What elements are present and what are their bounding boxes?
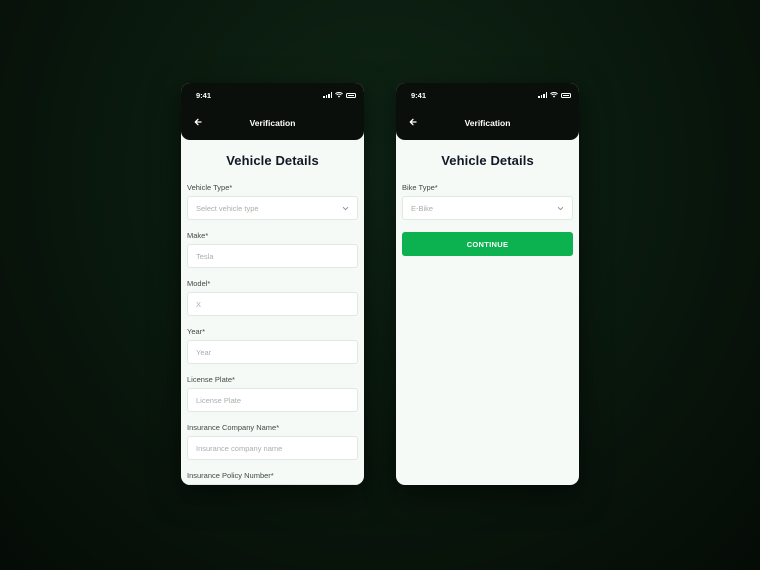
insurance-company-input[interactable]: Insurance company name <box>187 436 358 460</box>
form-group-vehicle-type: Vehicle Type* Select vehicle type <box>187 183 358 220</box>
bike-type-label: Bike Type* <box>402 183 438 192</box>
vehicle-type-select[interactable]: Select vehicle type <box>187 196 358 220</box>
form-group-model: Model* X <box>187 279 358 316</box>
form-group-license-plate: License Plate* License Plate <box>187 375 358 412</box>
form-group-year: Year* Year <box>187 327 358 364</box>
status-time: 9:41 <box>196 91 212 100</box>
signal-icon <box>538 92 547 98</box>
make-label: Make* <box>187 231 209 240</box>
chevron-down-icon <box>557 206 564 210</box>
top-bar: 9:41 Verification <box>396 83 579 140</box>
continue-button[interactable]: CONTINUE <box>402 232 573 256</box>
page-title: Vehicle Details <box>441 153 534 168</box>
license-plate-input[interactable]: License Plate <box>187 388 358 412</box>
model-input[interactable]: X <box>187 292 358 316</box>
bike-type-select[interactable]: E-Bike <box>402 196 573 220</box>
phone-screen-vehicle-form: 9:41 Verification Vehicle Details Vehicl… <box>181 83 364 485</box>
insurance-policy-input[interactable] <box>187 484 358 485</box>
wifi-icon <box>335 92 343 98</box>
status-bar: 9:41 <box>196 91 356 101</box>
form-group-insurance-company: Insurance Company Name* Insurance compan… <box>187 423 358 460</box>
form-content: Vehicle Details Vehicle Type* Select veh… <box>181 140 364 485</box>
phone-screen-bike-form: 9:41 Verification Vehicle Details Bike T… <box>396 83 579 485</box>
year-input[interactable]: Year <box>187 340 358 364</box>
insurance-policy-label: Insurance Policy Number* <box>187 471 274 480</box>
insurance-company-label: Insurance Company Name* <box>187 423 280 432</box>
battery-icon <box>346 92 356 98</box>
nav-row: Verification <box>181 117 364 129</box>
form-group-make: Make* Tesla <box>187 231 358 268</box>
nav-title: Verification <box>249 118 296 128</box>
battery-icon <box>561 92 571 98</box>
top-bar: 9:41 Verification <box>181 83 364 140</box>
signal-icon <box>323 92 332 98</box>
vehicle-type-label: Vehicle Type* <box>187 183 233 192</box>
nav-title: Verification <box>464 118 511 128</box>
status-time: 9:41 <box>411 91 427 100</box>
form-content: Vehicle Details Bike Type* E-Bike CONTIN… <box>396 140 579 485</box>
make-input[interactable]: Tesla <box>187 244 358 268</box>
license-plate-label: License Plate* <box>187 375 235 384</box>
nav-row: Verification <box>396 117 579 129</box>
wifi-icon <box>550 92 558 98</box>
page-title: Vehicle Details <box>226 153 319 168</box>
form-group-bike-type: Bike Type* E-Bike <box>402 183 573 220</box>
status-bar: 9:41 <box>411 91 571 101</box>
form-group-insurance-policy: Insurance Policy Number* <box>187 471 358 485</box>
chevron-down-icon <box>342 206 349 210</box>
year-label: Year* <box>187 327 206 336</box>
model-label: Model* <box>187 279 211 288</box>
